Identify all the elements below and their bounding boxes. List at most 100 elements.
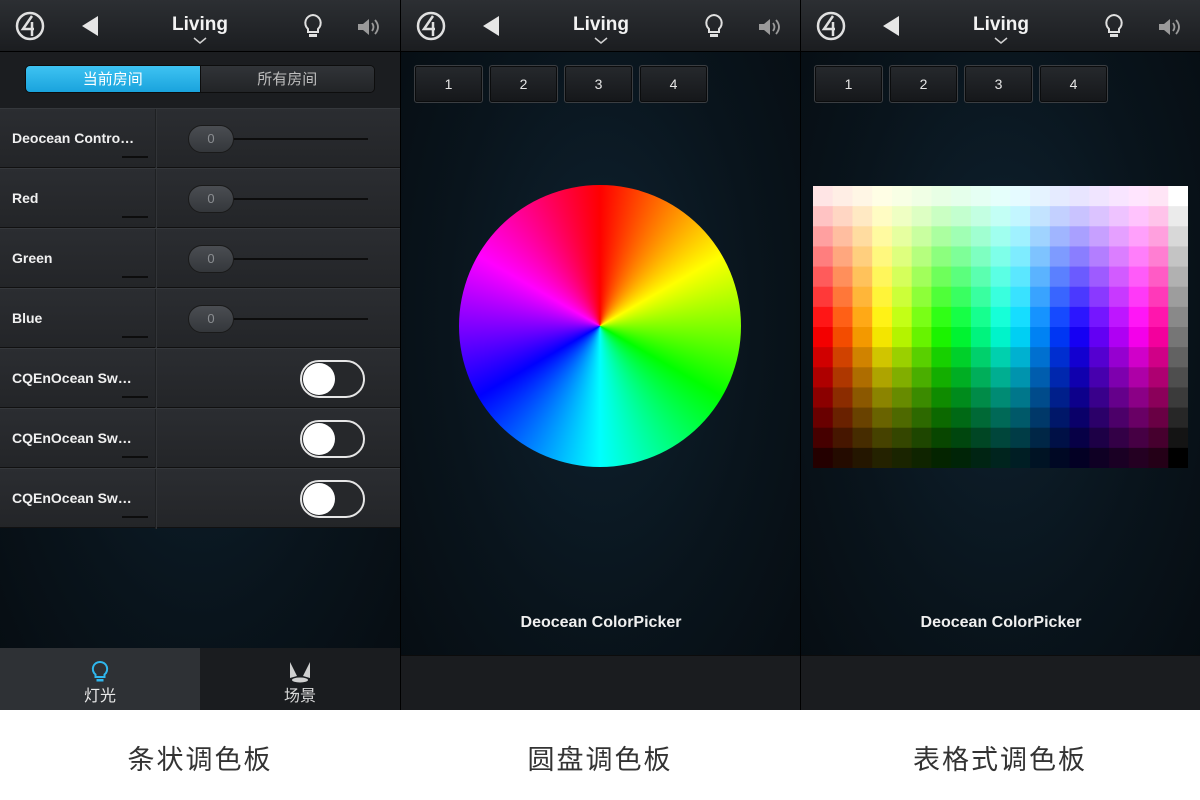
color-swatch[interactable] xyxy=(852,427,873,449)
color-swatch[interactable] xyxy=(1089,246,1110,268)
color-swatch[interactable] xyxy=(872,206,893,227)
color-swatch[interactable] xyxy=(970,226,992,247)
color-swatch[interactable] xyxy=(1010,407,1031,429)
color-swatch[interactable] xyxy=(931,206,952,227)
color-swatch[interactable] xyxy=(1089,306,1110,328)
color-swatch[interactable] xyxy=(891,367,913,388)
slider-knob[interactable]: 0 xyxy=(188,185,234,213)
color-swatch[interactable] xyxy=(1069,367,1090,388)
color-swatch[interactable] xyxy=(1069,186,1090,207)
color-swatch[interactable] xyxy=(1109,407,1130,429)
color-swatch[interactable] xyxy=(832,427,853,449)
gray-swatch[interactable] xyxy=(1168,306,1188,328)
color-swatch[interactable] xyxy=(872,266,893,288)
color-swatch[interactable] xyxy=(872,286,893,308)
color-swatch[interactable] xyxy=(931,387,952,409)
color-swatch[interactable] xyxy=(832,347,853,368)
color-swatch[interactable] xyxy=(1109,387,1130,409)
color-swatch[interactable] xyxy=(1148,407,1169,429)
color-grid[interactable] xyxy=(813,186,1188,468)
color-swatch[interactable] xyxy=(951,206,972,227)
color-swatch[interactable] xyxy=(1010,347,1031,368)
color-swatch[interactable] xyxy=(1030,226,1051,247)
color-swatch[interactable] xyxy=(1030,266,1051,288)
color-swatch[interactable] xyxy=(931,367,952,388)
color-swatch[interactable] xyxy=(813,226,834,247)
color-swatch[interactable] xyxy=(911,186,932,207)
color-swatch[interactable] xyxy=(990,327,1011,348)
speaker-icon[interactable] xyxy=(757,16,783,38)
preset-button-4[interactable]: 4 xyxy=(1039,65,1108,103)
color-swatch[interactable] xyxy=(813,367,834,388)
color-swatch[interactable] xyxy=(1010,226,1031,247)
color-swatch[interactable] xyxy=(931,347,952,368)
color-swatch[interactable] xyxy=(852,266,873,288)
color-swatch[interactable] xyxy=(1128,407,1150,429)
color-swatch[interactable] xyxy=(931,246,952,268)
color-swatch[interactable] xyxy=(1069,206,1090,227)
color-swatch[interactable] xyxy=(1049,286,1071,308)
preset-button-1[interactable]: 1 xyxy=(414,65,483,103)
gray-swatch[interactable] xyxy=(1168,246,1188,268)
slider-knob[interactable]: 0 xyxy=(188,305,234,333)
color-swatch[interactable] xyxy=(970,186,992,207)
color-swatch[interactable] xyxy=(1148,347,1169,368)
color-swatch[interactable] xyxy=(1148,226,1169,247)
color-swatch[interactable] xyxy=(970,206,992,227)
color-swatch[interactable] xyxy=(1148,427,1169,449)
color-swatch[interactable] xyxy=(1128,327,1150,348)
color-swatch[interactable] xyxy=(1049,447,1071,468)
color-swatch[interactable] xyxy=(891,266,913,288)
color-swatch[interactable] xyxy=(970,347,992,368)
color-swatch[interactable] xyxy=(891,286,913,308)
color-swatch[interactable] xyxy=(852,246,873,268)
color-swatch[interactable] xyxy=(990,407,1011,429)
color-swatch[interactable] xyxy=(891,327,913,348)
color-swatch[interactable] xyxy=(1128,226,1150,247)
color-swatch[interactable] xyxy=(1128,447,1150,468)
color-swatch[interactable] xyxy=(813,407,834,429)
color-swatch[interactable] xyxy=(990,246,1011,268)
tab-light[interactable]: 灯光 xyxy=(0,648,200,710)
gray-swatch[interactable] xyxy=(1168,266,1188,288)
color-swatch[interactable] xyxy=(911,226,932,247)
color-swatch[interactable] xyxy=(1049,407,1071,429)
color-swatch[interactable] xyxy=(891,186,913,207)
tab-scene[interactable]: 场景 xyxy=(200,648,400,710)
color-swatch[interactable] xyxy=(911,286,932,308)
gray-swatch[interactable] xyxy=(1168,186,1188,207)
color-swatch[interactable] xyxy=(872,186,893,207)
color-swatch[interactable] xyxy=(951,347,972,368)
color-swatch[interactable] xyxy=(891,387,913,409)
color-swatch[interactable] xyxy=(951,327,972,348)
color-swatch[interactable] xyxy=(852,206,873,227)
bulb-icon[interactable] xyxy=(703,13,725,39)
color-swatch[interactable] xyxy=(951,367,972,388)
color-swatch[interactable] xyxy=(1148,447,1169,468)
color-swatch[interactable] xyxy=(852,407,873,429)
gray-swatch[interactable] xyxy=(1168,347,1188,368)
bulb-icon[interactable] xyxy=(302,13,324,39)
color-swatch[interactable] xyxy=(1010,306,1031,328)
color-swatch[interactable] xyxy=(1148,327,1169,348)
color-swatch[interactable] xyxy=(1069,246,1090,268)
color-swatch[interactable] xyxy=(1109,266,1130,288)
color-swatch[interactable] xyxy=(1069,286,1090,308)
color-swatch[interactable] xyxy=(1148,206,1169,227)
color-swatch[interactable] xyxy=(813,266,834,288)
color-swatch[interactable] xyxy=(970,266,992,288)
color-swatch[interactable] xyxy=(872,327,893,348)
slider-knob[interactable]: 0 xyxy=(188,245,234,273)
switch-toggle[interactable] xyxy=(300,360,365,398)
color-swatch[interactable] xyxy=(1030,427,1051,449)
color-swatch[interactable] xyxy=(931,427,952,449)
color-swatch[interactable] xyxy=(813,306,834,328)
color-swatch[interactable] xyxy=(813,347,834,368)
color-swatch[interactable] xyxy=(872,347,893,368)
color-swatch[interactable] xyxy=(990,447,1011,468)
color-swatch[interactable] xyxy=(970,246,992,268)
color-swatch[interactable] xyxy=(1089,407,1110,429)
color-swatch[interactable] xyxy=(872,246,893,268)
color-swatch[interactable] xyxy=(1030,407,1051,429)
color-swatch[interactable] xyxy=(1030,367,1051,388)
